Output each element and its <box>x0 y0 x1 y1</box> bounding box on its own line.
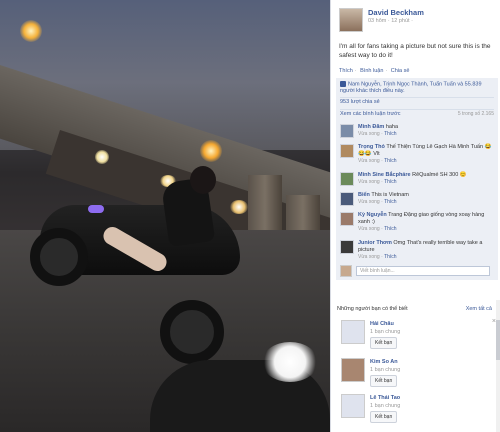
comment-text: This is Vietnam <box>371 192 409 198</box>
rider-head <box>190 166 216 194</box>
comment-time[interactable]: Vừa xong <box>358 179 380 185</box>
comment-author[interactable]: Biển <box>358 192 370 198</box>
comment-like-link[interactable]: Thích <box>384 158 397 164</box>
add-friend-button[interactable]: Kết bạn <box>370 375 398 387</box>
commenter-avatar[interactable] <box>340 212 354 226</box>
comment-time[interactable]: Vừa xong <box>358 226 380 232</box>
mutual-friends[interactable]: 1 bạn chung <box>370 328 400 336</box>
likes-summary[interactable]: Nam Nguyễn, Trịnh Ngọc Thành, Tuấn Tuấn … <box>340 81 496 95</box>
scooter-rear-wheel <box>160 300 224 364</box>
friend-name[interactable]: Hải Châu <box>370 320 400 328</box>
thumbs-up-icon <box>340 81 346 87</box>
friend-suggestion: Kim So An 1 bạn chung Kết bạn <box>341 358 400 387</box>
commenter-avatar[interactable] <box>340 172 354 186</box>
comment: Kỳ Nguyễn Trang Đặng giao giống vòng xoa… <box>340 212 496 233</box>
pymk-heading: Những người bạn có thể biết <box>337 306 408 312</box>
view-previous-comments[interactable]: Xem các bình luận trước <box>340 111 400 117</box>
friend-suggestion: Hải Châu 1 bạn chung Kết bạn <box>341 320 400 349</box>
scrollbar-thumb[interactable] <box>496 320 500 360</box>
post-caption: I'm all for fans taking a picture but no… <box>339 43 491 59</box>
comment-like-link[interactable]: Thích <box>384 199 397 205</box>
author-name[interactable]: David Beckham <box>368 8 424 17</box>
foreground-headlight <box>262 342 318 382</box>
post-photo[interactable] <box>0 0 330 432</box>
comment: Biển This is Vietnam Vừa xong · Thích <box>340 192 496 206</box>
street-light <box>200 140 222 162</box>
comment-input[interactable]: Viết bình luận... <box>356 266 490 276</box>
comment-author[interactable]: Kỳ Nguyễn <box>358 212 387 218</box>
comment-like-link[interactable]: Thích <box>384 131 397 137</box>
comment-author[interactable]: Minh Đăm <box>358 124 384 130</box>
divider <box>340 109 494 110</box>
comment-time[interactable]: Vừa xong <box>358 158 380 164</box>
current-user-avatar <box>340 265 352 277</box>
comment-button[interactable]: Bình luận <box>360 68 383 74</box>
comment-time[interactable]: Vừa xong <box>358 199 380 205</box>
like-button[interactable]: Thích <box>339 68 353 74</box>
pymk-see-all-link[interactable]: Xem tất cả <box>466 306 492 312</box>
shares-count[interactable]: 953 lượt chia sẻ <box>340 99 380 105</box>
comment-author[interactable]: Trọng Thỏ <box>358 144 385 150</box>
comment-author[interactable]: Minh Sine Bắcpháre <box>358 172 411 178</box>
comment-like-link[interactable]: Thích <box>384 226 397 232</box>
friend-avatar[interactable] <box>341 358 365 382</box>
commenter-avatar[interactable] <box>340 124 354 138</box>
comment: Minh Đăm haha Vừa xong · Thích <box>340 124 496 138</box>
add-friend-button[interactable]: Kết bạn <box>370 337 398 349</box>
comment-like-link[interactable]: Thích <box>384 254 397 260</box>
feedback-panel: Nam Nguyễn, Trịnh Ngọc Thành, Tuấn Tuấn … <box>336 78 498 280</box>
comment-like-link[interactable]: Thích <box>384 179 397 185</box>
comment-text: RêQualmé SH 300 😊 <box>412 172 467 178</box>
mutual-friends[interactable]: 1 bạn chung <box>370 402 400 410</box>
shop-light <box>230 200 248 214</box>
post-timestamp[interactable]: 03 hôm · 12 phút · <box>368 18 424 24</box>
comment-time[interactable]: Vừa xong <box>358 254 380 260</box>
author-avatar[interactable] <box>339 8 363 32</box>
comment-author[interactable]: Junior Thơm <box>358 240 392 246</box>
comment-count: 5 trong số 2.165 <box>457 111 494 117</box>
post-sidebar: David Beckham 03 hôm · 12 phút · I'm all… <box>330 0 500 432</box>
share-button[interactable]: Chia sẻ <box>391 68 410 74</box>
headlight-glow <box>95 150 109 164</box>
friend-name[interactable]: Kim So An <box>370 358 400 366</box>
comment: Junior Thơm Omg That's really terrible w… <box>340 240 496 261</box>
post-actions: Thích · Bình luận · Chia sẻ <box>339 68 410 74</box>
post-author: David Beckham 03 hôm · 12 phút · <box>339 8 424 32</box>
scooter-front-wheel <box>30 228 88 286</box>
friend-avatar[interactable] <box>341 320 365 344</box>
street-light <box>20 20 42 42</box>
friend-name[interactable]: Lê Thái Tao <box>370 394 400 402</box>
add-friend-button[interactable]: Kết bạn <box>370 411 398 423</box>
comment: Minh Sine Bắcpháre RêQualmé SH 300 😊 Vừa … <box>340 172 496 186</box>
commenter-avatar[interactable] <box>340 192 354 206</box>
friend-suggestion: Lê Thái Tao 1 bạn chung Kết bạn <box>341 394 400 423</box>
comment-text: haha <box>385 124 399 130</box>
commenter-avatar[interactable] <box>340 144 354 158</box>
divider <box>340 97 494 98</box>
comment-time[interactable]: Vừa xong <box>358 131 380 137</box>
commenter-avatar[interactable] <box>340 240 354 254</box>
comment: Trọng Thỏ Thế Thiện Tùng Lê Gạch Hà Minh… <box>340 144 496 165</box>
mutual-friends[interactable]: 1 bạn chung <box>370 366 400 374</box>
friend-avatar[interactable] <box>341 394 365 418</box>
scooter-light <box>88 205 104 213</box>
